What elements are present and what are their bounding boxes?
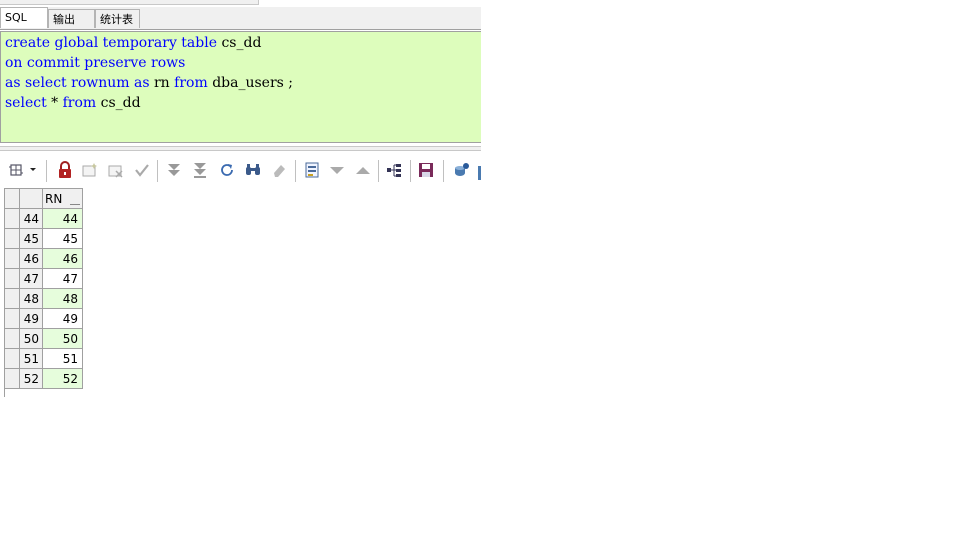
cell-rn[interactable]: 47	[42, 268, 83, 289]
splitter[interactable]	[0, 146, 481, 151]
sort-descending-icon	[328, 161, 346, 179]
find-icon[interactable]	[244, 161, 262, 179]
grid-rownum-header	[19, 188, 43, 209]
table-row[interactable]: 50 50	[4, 328, 83, 349]
row-number: 45	[19, 228, 43, 249]
row-number: 46	[19, 248, 43, 269]
cell-rn[interactable]: 46	[42, 248, 83, 269]
table-row[interactable]: 48 48	[4, 288, 83, 309]
grid-border	[4, 388, 5, 397]
table-row[interactable]: 49 49	[4, 308, 83, 329]
toolbar-separator	[46, 160, 47, 182]
add-record-icon	[81, 161, 99, 179]
row-number: 49	[19, 308, 43, 329]
query-by-example-icon[interactable]	[385, 161, 403, 179]
table-row[interactable]: 45 45	[4, 228, 83, 249]
tab-sql[interactable]: SQL	[0, 7, 48, 28]
sql-keyword: select	[5, 95, 52, 111]
clear-icon	[270, 161, 288, 179]
cell-rn[interactable]: 48	[42, 288, 83, 309]
sql-identifier: cs_dd	[221, 35, 262, 51]
lock-icon[interactable]	[56, 161, 74, 179]
window-top-strip	[0, 0, 259, 5]
delete-record-icon	[107, 161, 125, 179]
row-indicator[interactable]	[4, 248, 20, 269]
row-indicator[interactable]	[4, 288, 20, 309]
sql-editor[interactable]: create global temporary table cs_ddon co…	[0, 31, 481, 143]
grid-menu-icon[interactable]	[8, 161, 40, 179]
row-number: 52	[19, 368, 43, 389]
sql-identifier: rn	[153, 75, 175, 91]
toolbar-separator	[378, 160, 379, 182]
result-grid[interactable]: RN 44 44 45 45 46 46 47 47 48 48 49 49 50 50 51 51 52 52	[4, 188, 83, 389]
grid-header-row: RN	[4, 188, 83, 209]
toolbar-separator	[443, 160, 444, 182]
cell-rn[interactable]: 50	[42, 328, 83, 349]
refresh-icon[interactable]	[218, 161, 236, 179]
table-row[interactable]: 44 44	[4, 208, 83, 229]
column-header-rn[interactable]: RN	[42, 188, 83, 209]
grid-corner	[4, 188, 20, 209]
table-row[interactable]: 52 52	[4, 368, 83, 389]
sql-line: create global temporary table cs_dd	[5, 33, 261, 53]
post-changes-icon	[133, 161, 151, 179]
sql-keyword: on commit preserve rows	[5, 55, 186, 71]
sql-keyword: from	[62, 95, 101, 111]
sql-identifier: cs_dd	[100, 95, 141, 111]
single-record-view-icon[interactable]	[303, 161, 321, 179]
sort-ascending-icon	[354, 161, 372, 179]
save-icon[interactable]	[417, 161, 435, 179]
cell-rn[interactable]: 52	[42, 368, 83, 389]
next-page-icon	[165, 161, 183, 179]
row-number: 47	[19, 268, 43, 289]
row-indicator[interactable]	[4, 328, 20, 349]
tab-output[interactable]: 输出	[48, 9, 95, 28]
sql-keyword: create global temporary table	[5, 35, 222, 51]
sql-identifier: *	[51, 95, 63, 111]
cell-rn[interactable]: 51	[42, 348, 83, 369]
toolbar-separator	[410, 160, 411, 182]
row-indicator[interactable]	[4, 348, 20, 369]
row-indicator[interactable]	[4, 268, 20, 289]
last-page-icon	[191, 161, 209, 179]
row-number: 44	[19, 208, 43, 229]
cell-rn[interactable]: 44	[42, 208, 83, 229]
sql-line: on commit preserve rows	[5, 53, 185, 73]
table-row[interactable]: 47 47	[4, 268, 83, 289]
row-indicator[interactable]	[4, 368, 20, 389]
column-resize-handle[interactable]	[70, 204, 80, 205]
row-indicator[interactable]	[4, 208, 20, 229]
row-number: 48	[19, 288, 43, 309]
sql-line: select * from cs_dd	[5, 93, 141, 113]
row-indicator[interactable]	[4, 228, 20, 249]
table-row[interactable]: 51 51	[4, 348, 83, 369]
toolbar-separator	[295, 160, 296, 182]
result-toolbar	[0, 152, 481, 188]
sql-keyword: as select rownum as	[5, 75, 154, 91]
sql-line: as select rownum as rn from dba_users ;	[5, 73, 293, 93]
sql-keyword: from	[174, 75, 213, 91]
row-indicator[interactable]	[4, 308, 20, 329]
row-number: 50	[19, 328, 43, 349]
tab-bar: SQL 输出 统计表	[0, 7, 481, 30]
toolbar-separator	[157, 160, 158, 182]
cell-rn[interactable]: 45	[42, 228, 83, 249]
row-number: 51	[19, 348, 43, 369]
cell-rn[interactable]: 49	[42, 308, 83, 329]
tab-statistics[interactable]: 统计表	[95, 9, 140, 28]
export-icon[interactable]	[453, 161, 471, 179]
table-row[interactable]: 46 46	[4, 248, 83, 269]
overflow-icon-fragment	[478, 166, 481, 180]
sql-identifier: dba_users ;	[212, 75, 293, 91]
